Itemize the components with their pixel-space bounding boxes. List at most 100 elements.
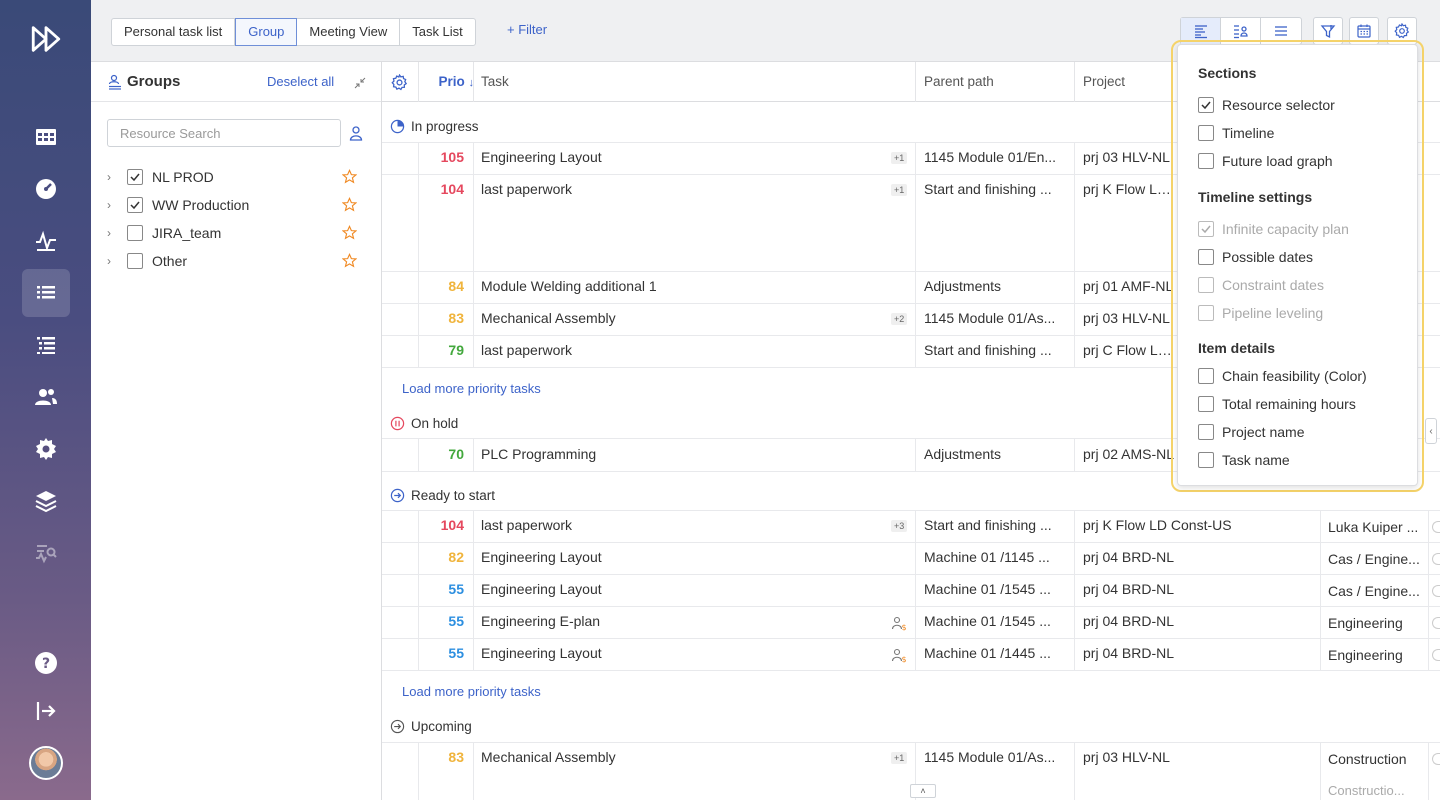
checkbox[interactable]: [1198, 125, 1214, 141]
priority-value: 83: [448, 310, 464, 326]
row-handle[interactable]: [1432, 521, 1440, 533]
activity-pulse-icon[interactable]: [22, 217, 70, 265]
user-avatar[interactable]: [29, 746, 63, 780]
help-icon[interactable]: ?: [22, 639, 70, 687]
column-header-task[interactable]: Task: [481, 74, 509, 89]
group-item[interactable]: › WW Production: [107, 191, 367, 219]
task-name[interactable]: PLC Programming: [481, 446, 881, 462]
task-name[interactable]: Engineering Layout: [481, 645, 881, 661]
grid-icon[interactable]: [22, 113, 70, 161]
task-name[interactable]: last paperwork: [481, 517, 881, 533]
task-name[interactable]: Engineering Layout: [481, 149, 881, 165]
star-icon[interactable]: [342, 197, 357, 212]
app-logo-icon[interactable]: [22, 15, 70, 63]
star-icon[interactable]: [342, 225, 357, 240]
star-icon[interactable]: [342, 169, 357, 184]
dropdown-section-title: Item details: [1198, 340, 1276, 356]
row-handle[interactable]: [1432, 617, 1440, 629]
collapse-arrows-icon[interactable]: [353, 76, 367, 90]
tab-meeting-view[interactable]: Meeting View: [297, 19, 401, 45]
chevron-right-icon[interactable]: ›: [107, 254, 121, 268]
filter-button[interactable]: + Filter: [507, 22, 547, 37]
load-more-link[interactable]: Load more priority tasks: [402, 684, 541, 699]
resource-search-input[interactable]: [107, 119, 341, 147]
section-upcoming[interactable]: Upcoming: [382, 712, 1440, 740]
task-name[interactable]: Mechanical Assembly: [481, 749, 881, 765]
resource-cost-icon[interactable]: $: [891, 615, 907, 631]
group-item[interactable]: › Other: [107, 247, 367, 275]
option-resource-selector[interactable]: Resource selector: [1198, 97, 1335, 113]
chevron-right-icon[interactable]: ›: [107, 198, 121, 212]
layers-icon[interactable]: [22, 477, 70, 525]
checkbox[interactable]: [1198, 97, 1214, 113]
gantt-list-icon[interactable]: [22, 321, 70, 369]
task-name[interactable]: Mechanical Assembly: [481, 310, 881, 326]
extra-count-badge[interactable]: +2: [891, 313, 908, 325]
resource-cost-icon[interactable]: $: [891, 647, 907, 663]
option-task-name[interactable]: Task name: [1198, 452, 1290, 468]
extra-count-badge[interactable]: +1: [891, 184, 908, 196]
row-handle[interactable]: [1432, 649, 1440, 661]
group-checkbox[interactable]: [127, 253, 143, 269]
option-possible-dates[interactable]: Possible dates: [1198, 249, 1313, 265]
chevron-right-icon[interactable]: ›: [107, 226, 121, 240]
task-name[interactable]: Module Welding additional 1: [481, 278, 881, 294]
search-analytics-icon[interactable]: [22, 529, 70, 577]
checkbox[interactable]: [1198, 249, 1214, 265]
checkbox[interactable]: [1198, 424, 1214, 440]
task-name[interactable]: Engineering Layout: [481, 581, 881, 597]
column-header-project[interactable]: Project: [1083, 74, 1125, 89]
group-item[interactable]: › NL PROD: [107, 163, 367, 191]
table-row[interactable]: 55 Engineering Layout Machine 01 /1545 .…: [382, 574, 1440, 607]
resource-name: Engineering: [1328, 615, 1403, 631]
bottom-expand-handle[interactable]: ˄: [910, 784, 936, 798]
table-row[interactable]: 104 last paperwork +3 Start and finishin…: [382, 510, 1440, 543]
person-filter-icon[interactable]: [348, 125, 364, 141]
task-name[interactable]: last paperwork: [481, 342, 881, 358]
table-row[interactable]: 55 Engineering Layout $ Machine 01 /1445…: [382, 638, 1440, 671]
extra-count-badge[interactable]: +3: [891, 520, 908, 532]
group-checkbox[interactable]: [127, 197, 143, 213]
star-icon[interactable]: [342, 253, 357, 268]
tab-personal-task-list[interactable]: Personal task list: [112, 19, 236, 45]
tab-group[interactable]: Group: [235, 18, 298, 46]
checkbox[interactable]: [1198, 452, 1214, 468]
checkbox[interactable]: [1198, 368, 1214, 384]
task-list-icon[interactable]: [22, 269, 70, 317]
resource-name: Construction: [1328, 751, 1407, 767]
option-total-remaining-hours[interactable]: Total remaining hours: [1198, 396, 1356, 412]
panel-collapse-handle[interactable]: ‹: [1425, 418, 1437, 444]
logout-icon[interactable]: [22, 687, 70, 735]
extra-count-badge[interactable]: +1: [891, 752, 908, 764]
tab-task-list[interactable]: Task List: [400, 19, 475, 45]
dashboard-gauge-icon[interactable]: [22, 165, 70, 213]
group-checkbox[interactable]: [127, 225, 143, 241]
option-chain-feasibility[interactable]: Chain feasibility (Color): [1198, 368, 1367, 384]
row-handle[interactable]: [1432, 553, 1440, 565]
chevron-right-icon[interactable]: ›: [107, 170, 121, 184]
group-checkbox[interactable]: [127, 169, 143, 185]
group-item[interactable]: › JIRA_team: [107, 219, 367, 247]
extra-count-badge[interactable]: +1: [891, 152, 908, 164]
column-header-prio[interactable]: Prio ↓: [428, 74, 474, 89]
option-project-name[interactable]: Project name: [1198, 424, 1304, 440]
column-settings-gear-icon[interactable]: [391, 74, 408, 91]
checkbox[interactable]: [1198, 153, 1214, 169]
option-future-load-graph[interactable]: Future load graph: [1198, 153, 1333, 169]
task-name[interactable]: Engineering Layout: [481, 549, 881, 565]
table-row[interactable]: 82 Engineering Layout Machine 01 /1145 .…: [382, 542, 1440, 575]
users-icon[interactable]: [22, 373, 70, 421]
parent-path: 1145 Module 01/As...: [924, 749, 1056, 765]
settings-gear-icon[interactable]: [22, 425, 70, 473]
task-name[interactable]: last paperwork: [481, 181, 881, 197]
checkbox[interactable]: [1198, 396, 1214, 412]
column-header-parent-path[interactable]: Parent path: [924, 74, 994, 89]
table-row[interactable]: 55 Engineering E-plan $ Machine 01 /1545…: [382, 606, 1440, 639]
row-handle[interactable]: [1432, 753, 1440, 765]
option-label: Chain feasibility (Color): [1222, 368, 1367, 384]
task-name[interactable]: Engineering E-plan: [481, 613, 881, 629]
load-more-link[interactable]: Load more priority tasks: [402, 381, 541, 396]
option-timeline[interactable]: Timeline: [1198, 125, 1274, 141]
row-handle[interactable]: [1432, 585, 1440, 597]
deselect-all-link[interactable]: Deselect all: [267, 74, 334, 89]
